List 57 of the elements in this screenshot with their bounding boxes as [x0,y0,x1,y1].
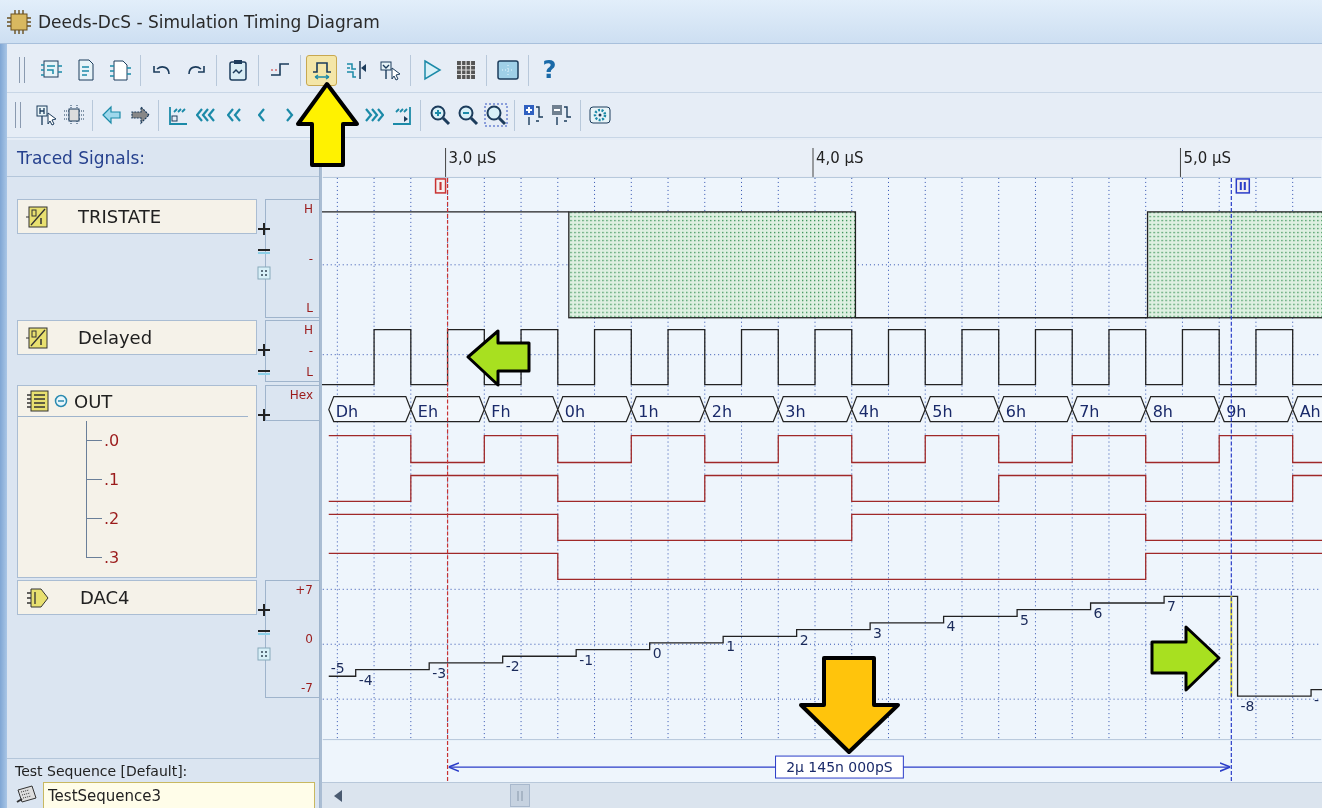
cursor-marker[interactable]: II [1235,178,1251,194]
bus-value: 0h [557,396,632,423]
bus-value: 7h [1071,396,1147,423]
signal-name: OUT [73,390,113,412]
bus-value: 6h [998,396,1073,423]
scale-label: L [306,301,313,315]
bit-name: .1 [104,470,120,489]
bus-value: Ah [1292,396,1322,423]
test-sequence-field[interactable]: TestSequence3 [43,782,315,808]
help-button[interactable]: ? [534,54,565,86]
bus-value: 2h [704,396,779,423]
bit-name: .2 [104,509,120,528]
step-value: -3 [432,664,447,681]
time-label: 5,0 µS [1183,148,1232,167]
scale-label: L [306,365,313,379]
step-value: 1 [726,638,736,655]
time-label: 4,0 µS [816,148,864,167]
measurement-label: 2µ 145n 000pS [775,755,904,779]
bus-value: Eh [410,396,485,423]
window-title: Deeds-DcS - Simulation Timing Diagram [38,11,380,32]
step-value: 6 [1093,604,1103,621]
panel-title: Traced Signals: [17,148,146,168]
bus-value: Fh [483,396,559,423]
scale-label: Hex [289,388,313,402]
step-value: -8 [1240,698,1255,715]
bus-value: 4h [851,396,926,423]
scale-label: -7 [301,681,313,695]
scale-label: +7 [295,583,313,597]
time-label: 3,0 µS [448,148,497,167]
bus-value: 8h [1145,396,1220,423]
step-value: 0 [652,644,662,661]
bus-value: 5h [924,396,1000,423]
signal-name: Delayed [77,327,153,348]
scale-label: 0 [305,632,313,646]
step-value: 7 [1167,598,1176,615]
field-label: Test Sequence [Default]: [15,763,189,779]
step-value: -5 [330,660,345,677]
step-value: 2 [799,631,809,648]
step-value: 3 [873,624,882,641]
scale-label: H [303,202,313,216]
signal-name: DAC4 [79,587,130,608]
step-value: - [1314,691,1320,708]
bit-name: .0 [104,431,120,450]
step-value: -2 [505,658,520,675]
step-value: -4 [358,671,373,688]
bus-value: 1h [630,396,706,423]
step-value: 5 [1020,611,1029,628]
bus-value: 3h [777,396,853,423]
cursor-marker[interactable]: I [434,178,447,194]
signal-name: TRISTATE [77,206,162,227]
step-value: 4 [946,618,956,635]
scale-label: - [308,344,313,358]
scale-label: - [308,251,313,266]
bit-name: .3 [104,548,120,567]
bus-value: Dh [328,396,412,423]
scale-label: H [303,323,313,337]
step-value: -1 [579,651,594,668]
